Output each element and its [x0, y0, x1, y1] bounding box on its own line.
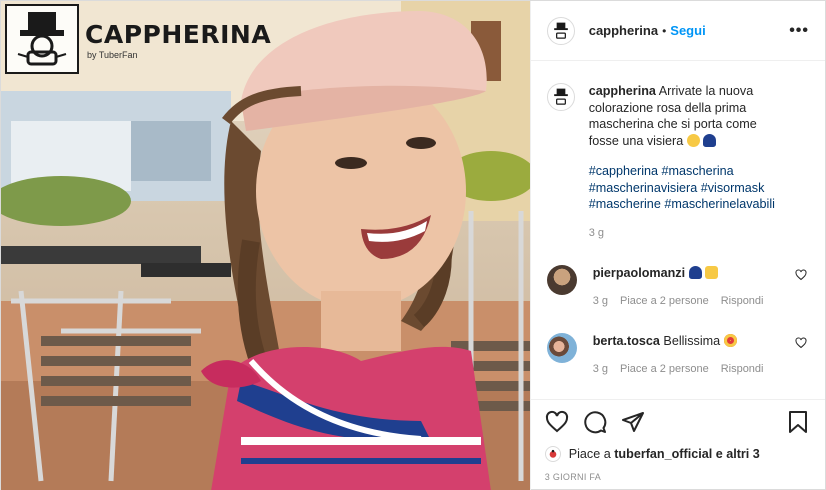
heart-icon[interactable]	[545, 410, 569, 434]
likes-prefix: Piace a	[568, 447, 611, 461]
thumbs-up-emoji-icon	[705, 266, 719, 279]
comment-time[interactable]: 3 g	[593, 293, 608, 309]
post-timestamp[interactable]: 3 GIORNI FA	[545, 472, 809, 482]
hashtag[interactable]: #mascherinavisiera	[589, 181, 698, 195]
heart-icon[interactable]	[795, 337, 807, 352]
comment-username[interactable]: berta.tosca	[593, 334, 660, 348]
watermark-title: CAPPHERINA	[85, 20, 272, 49]
caption-body: cappherina Arrivate la nuova colorazione…	[589, 83, 789, 241]
mask-logo-icon	[5, 4, 79, 74]
brand-watermark: CAPPHERINA by TuberFan	[5, 4, 271, 74]
caption: cappherina Arrivate la nuova colorazione…	[546, 83, 809, 241]
reply-button[interactable]: Rispondi	[721, 361, 764, 377]
post-photo[interactable]: CAPPHERINA by TuberFan	[1, 1, 530, 490]
blue-cap-emoji-icon	[703, 133, 717, 147]
comment-text: Bellissima	[663, 334, 721, 348]
header-separator: •	[662, 23, 667, 38]
blue-cap-emoji-icon	[688, 266, 702, 279]
hashtag[interactable]: #mascherinelavabili	[664, 197, 775, 211]
heart-icon[interactable]	[795, 269, 807, 284]
comment-username[interactable]: pierpaolomanzi	[593, 266, 685, 280]
caption-time[interactable]: 3 g	[589, 225, 789, 242]
likes-user[interactable]: tuberfan_official	[614, 447, 712, 461]
comment-likes[interactable]: Piace a 2 persone	[620, 361, 709, 377]
comment-meta: 3 g Piace a 2 persone Rispondi	[593, 361, 764, 377]
post-actions-area: Piace a tuberfan_official e altri 3 3 GI…	[530, 399, 825, 490]
hashtag[interactable]: #mascherina	[662, 164, 734, 178]
post-side-panel: cappherina • Segui ••• cappherina Arriva…	[529, 1, 825, 490]
avatar[interactable]	[546, 16, 575, 45]
mask-logo-icon	[553, 22, 568, 39]
watermark-text: CAPPHERINA by TuberFan	[85, 20, 272, 61]
post-header: cappherina • Segui •••	[530, 1, 825, 61]
watermark-subtitle: by TuberFan	[87, 50, 138, 60]
comment-meta: 3 g Piace a 2 persone Rispondi	[593, 293, 764, 309]
caption-hashtags: #cappherina #mascherina #mascherinavisie…	[589, 163, 789, 213]
instagram-post: CAPPHERINA by TuberFan cappherina • Segu…	[0, 0, 826, 490]
hashtag[interactable]: #mascherine	[589, 197, 661, 211]
share-icon[interactable]	[621, 410, 645, 434]
comments-section: cappherina Arrivate la nuova colorazione…	[531, 61, 825, 399]
photo-scene	[1, 1, 530, 490]
comment: berta.tosca Bellissima 3 g Piace a 2 per…	[546, 333, 809, 377]
hashtag[interactable]: #cappherina	[589, 164, 658, 178]
likes-summary: Piace a tuberfan_official e altri 3	[544, 446, 809, 462]
header-username[interactable]: cappherina	[589, 23, 658, 38]
comment-body: berta.tosca Bellissima 3 g Piace a 2 per…	[593, 333, 764, 377]
heart-eyes-emoji-icon	[723, 334, 737, 347]
reply-button[interactable]: Rispondi	[721, 293, 764, 309]
comment-icon[interactable]	[583, 410, 607, 434]
comment-body: pierpaolomanzi 3 g Piace a 2 persone Ris…	[593, 265, 764, 309]
action-bar	[545, 408, 809, 436]
caption-username[interactable]: cappherina	[589, 84, 656, 98]
comment-likes[interactable]: Piace a 2 persone	[620, 293, 709, 309]
more-icon[interactable]: •••	[789, 22, 809, 40]
comment: pierpaolomanzi 3 g Piace a 2 persone Ris…	[546, 265, 809, 309]
comment-time[interactable]: 3 g	[593, 361, 608, 377]
bug-logo-icon	[549, 449, 557, 458]
avatar[interactable]	[544, 446, 561, 462]
avatar[interactable]	[546, 333, 577, 363]
likes-others[interactable]: e altri 3	[716, 447, 760, 461]
hashtag[interactable]: #visormask	[701, 181, 765, 195]
bookmark-icon[interactable]	[787, 410, 809, 434]
mask-logo-icon	[553, 88, 568, 105]
follow-button[interactable]: Segui	[670, 23, 705, 38]
grimace-emoji-icon	[686, 133, 700, 147]
avatar[interactable]	[546, 265, 577, 295]
avatar[interactable]	[546, 83, 575, 111]
